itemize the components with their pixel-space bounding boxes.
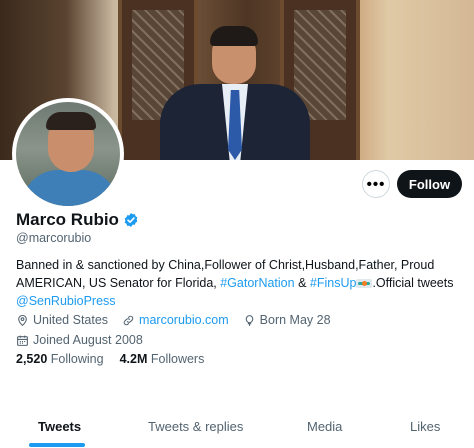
hashtag-finsup-link[interactable]: #FinsUp	[310, 276, 357, 290]
hashtag-gatornation-link[interactable]: #GatorNation	[220, 276, 294, 290]
joined-text: Joined August 2008	[33, 333, 143, 347]
profile-meta: United States marcorubio.com Born May 28…	[16, 311, 466, 351]
following-count: 2,520	[16, 352, 48, 366]
profile-website[interactable]: marcorubio.com	[122, 311, 229, 329]
profile-bio: Banned in & sanctioned by China,Follower…	[16, 256, 466, 310]
follow-button[interactable]: Follow	[397, 170, 462, 198]
tab-tweets[interactable]: Tweets	[38, 419, 81, 434]
dolphins-flag-emoji-icon	[356, 279, 373, 289]
bio-official-tweets: .Official tweets	[372, 276, 454, 290]
following-stat[interactable]: 2,520 Following	[16, 352, 104, 366]
profile-tabs: Tweets Tweets & replies Media Likes	[0, 404, 474, 448]
balloon-icon	[245, 314, 253, 326]
followers-label: Followers	[150, 352, 205, 366]
profile-stats: 2,520 Following 4.2M Followers	[16, 352, 204, 366]
profile-name: Marco Rubio	[16, 210, 119, 229]
location-text: United States	[33, 313, 109, 327]
location-pin-icon	[18, 314, 27, 326]
tab-likes[interactable]: Likes	[410, 419, 440, 434]
bio-text-line2: AMERICAN, US Senator for Florida,	[16, 276, 221, 290]
bio-ampersand: &	[294, 276, 310, 290]
profile-location: United States	[16, 311, 108, 329]
followers-count: 4.2M	[119, 352, 148, 366]
mention-senrubiopress-link[interactable]: @SenRubioPress	[16, 294, 116, 308]
website-link[interactable]: marcorubio.com	[139, 311, 229, 329]
more-options-button[interactable]: •••	[362, 170, 390, 198]
link-icon	[123, 315, 134, 325]
following-label: Following	[50, 352, 104, 366]
profile-birthday: Born May 28	[243, 311, 331, 329]
tab-tweets-and-replies[interactable]: Tweets & replies	[148, 419, 243, 434]
bio-text-line1: Banned in & sanctioned by China,Follower…	[16, 258, 435, 272]
followers-stat[interactable]: 4.2M Followers	[120, 352, 205, 366]
verified-badge-icon[interactable]	[123, 212, 139, 228]
calendar-icon	[17, 335, 28, 346]
profile-joined: Joined August 2008	[16, 331, 143, 349]
profile-handle: @marcorubio	[16, 231, 92, 245]
profile-name-row: Marco Rubio	[16, 210, 139, 230]
banner-person	[160, 22, 310, 160]
active-tab-indicator	[29, 443, 85, 447]
profile-avatar[interactable]	[12, 98, 124, 210]
tab-media[interactable]: Media	[307, 419, 342, 434]
birthday-text: Born May 28	[259, 313, 331, 327]
